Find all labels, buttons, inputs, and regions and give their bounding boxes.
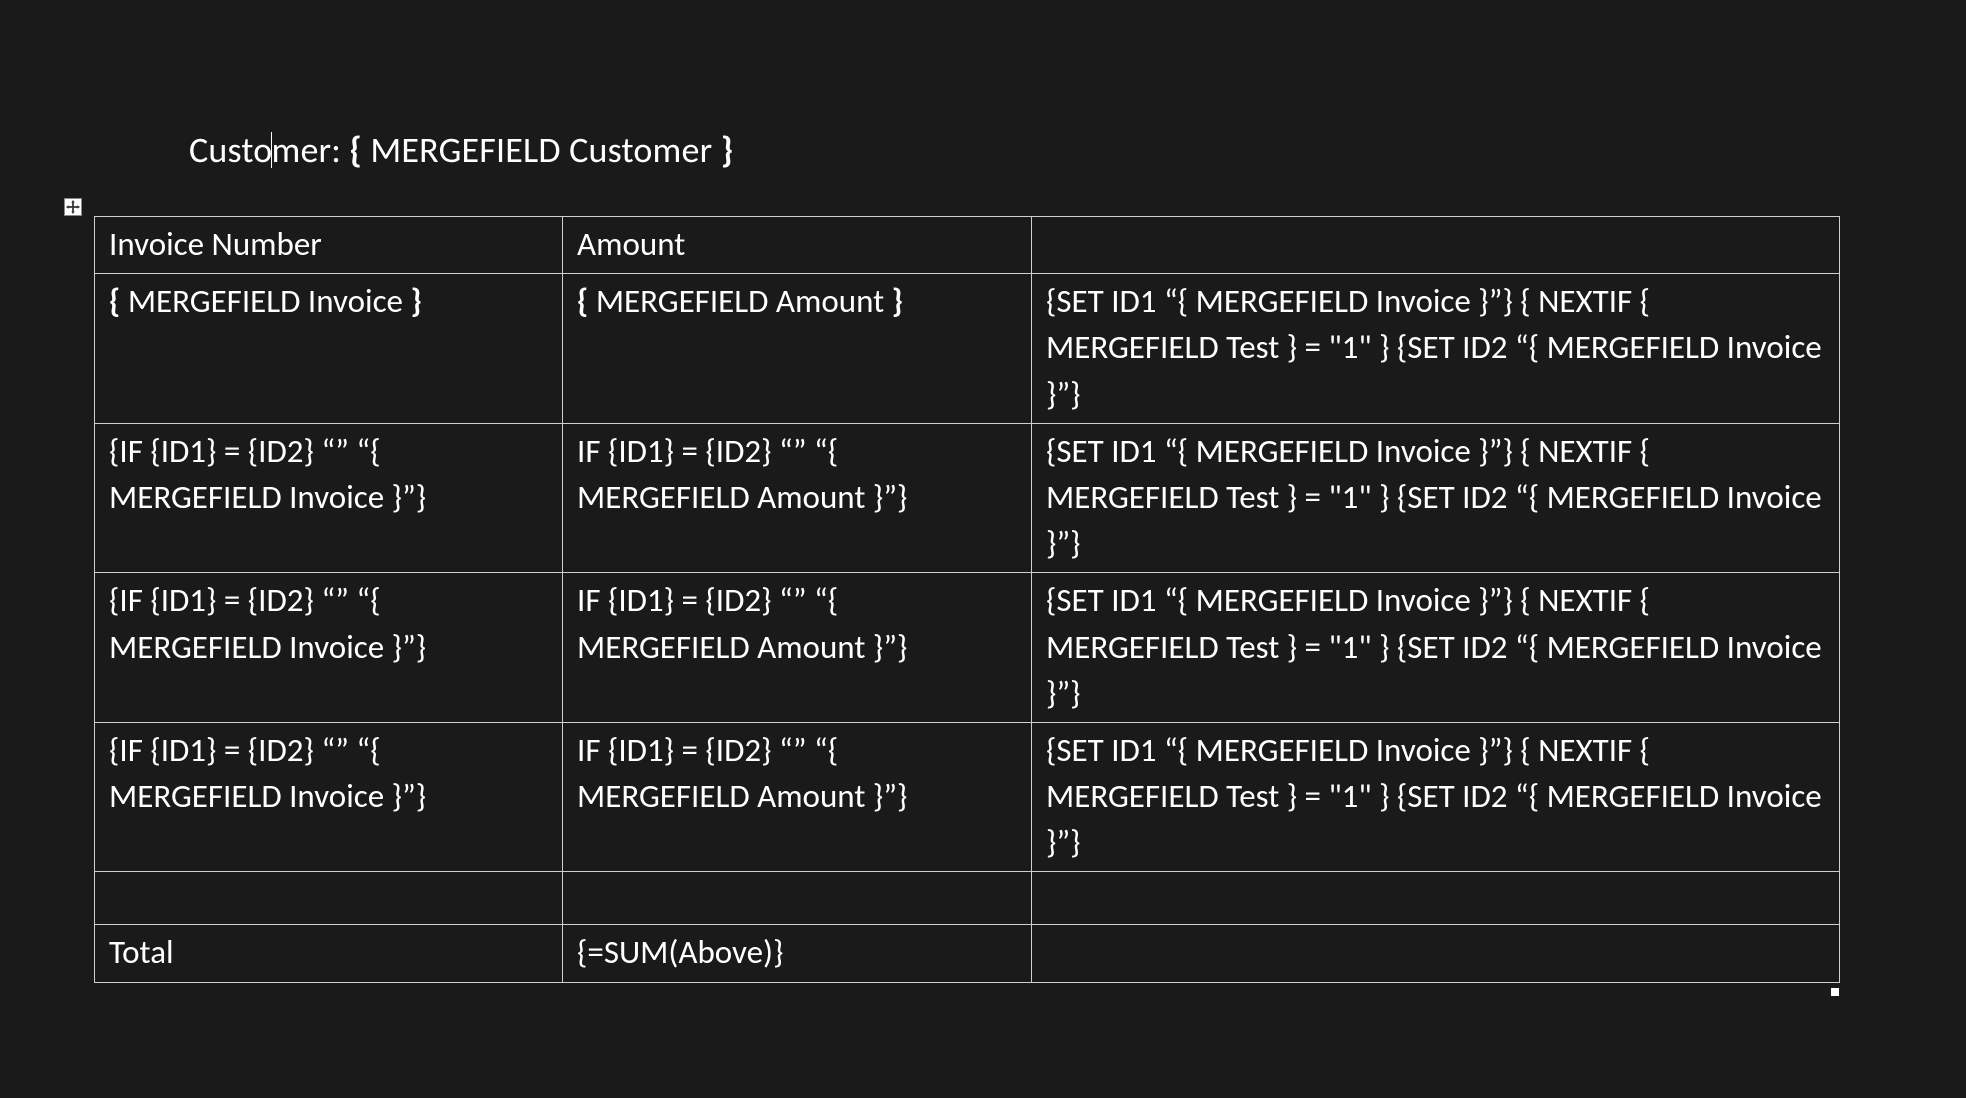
cell-invoice[interactable]: {IF {ID1} = {ID2} “” “{ MERGEFIELD Invoi…	[95, 722, 563, 872]
cell-total-empty[interactable]	[1032, 925, 1840, 982]
invoice-table[interactable]: Invoice Number Amount { MERGEFIELD Invoi…	[94, 216, 1840, 983]
table-row: { MERGEFIELD Invoice } { MERGEFIELD Amou…	[95, 274, 1840, 424]
brace-open: {	[109, 281, 128, 321]
cell-logic[interactable]: {SET ID1 “{ MERGEFIELD Invoice }”} { NEX…	[1032, 423, 1840, 573]
cell-logic[interactable]: {SET ID1 “{ MERGEFIELD Invoice }”} { NEX…	[1032, 274, 1840, 424]
field-brace-open: {	[349, 128, 370, 172]
table-move-handle-icon[interactable]	[64, 198, 82, 216]
cell-amount[interactable]: IF {ID1} = {ID2} “” “{ MERGEFIELD Amount…	[563, 573, 1032, 723]
brace-open: {	[577, 281, 596, 321]
cell-logic[interactable]: {SET ID1 “{ MERGEFIELD Invoice }”} { NEX…	[1032, 722, 1840, 872]
mergefield-customer: MERGEFIELD Customer	[370, 128, 720, 172]
cell-invoice[interactable]: { MERGEFIELD Invoice }	[95, 274, 563, 424]
table-empty-row	[95, 872, 1840, 925]
table-resize-handle-icon[interactable]	[1831, 988, 1839, 996]
header-invoice-number[interactable]: Invoice Number	[95, 217, 563, 274]
cell-total-formula[interactable]: {=SUM(Above)}	[563, 925, 1032, 982]
header-amount[interactable]: Amount	[563, 217, 1032, 274]
brace-close: }	[410, 281, 421, 321]
table-row: {IF {ID1} = {ID2} “” “{ MERGEFIELD Invoi…	[95, 423, 1840, 573]
header-empty[interactable]	[1032, 217, 1840, 274]
document-page: Customer: { MERGEFIELD Customer } Invoic…	[0, 0, 1966, 1098]
cell-empty[interactable]	[563, 872, 1032, 925]
mergefield-invoice: MERGEFIELD Invoice	[128, 281, 411, 321]
cell-empty[interactable]	[1032, 872, 1840, 925]
field-brace-close: }	[721, 128, 734, 172]
cell-amount[interactable]: { MERGEFIELD Amount }	[563, 274, 1032, 424]
customer-field-line[interactable]: Customer: { MERGEFIELD Customer }	[189, 128, 733, 172]
table-total-row: Total {=SUM(Above)}	[95, 925, 1840, 982]
customer-label-part1: Custo	[189, 128, 272, 172]
cell-amount[interactable]: IF {ID1} = {ID2} “” “{ MERGEFIELD Amount…	[563, 423, 1032, 573]
brace-close: }	[892, 281, 903, 321]
cell-total-label[interactable]: Total	[95, 925, 563, 982]
cell-invoice[interactable]: {IF {ID1} = {ID2} “” “{ MERGEFIELD Invoi…	[95, 423, 563, 573]
cell-amount[interactable]: IF {ID1} = {ID2} “” “{ MERGEFIELD Amount…	[563, 722, 1032, 872]
cell-invoice[interactable]: {IF {ID1} = {ID2} “” “{ MERGEFIELD Invoi…	[95, 573, 563, 723]
cell-empty[interactable]	[95, 872, 563, 925]
table-header-row: Invoice Number Amount	[95, 217, 1840, 274]
table-row: {IF {ID1} = {ID2} “” “{ MERGEFIELD Invoi…	[95, 722, 1840, 872]
customer-label-part2: mer:	[271, 128, 349, 172]
cell-logic[interactable]: {SET ID1 “{ MERGEFIELD Invoice }”} { NEX…	[1032, 573, 1840, 723]
table-row: {IF {ID1} = {ID2} “” “{ MERGEFIELD Invoi…	[95, 573, 1840, 723]
mergefield-amount: MERGEFIELD Amount	[596, 281, 892, 321]
